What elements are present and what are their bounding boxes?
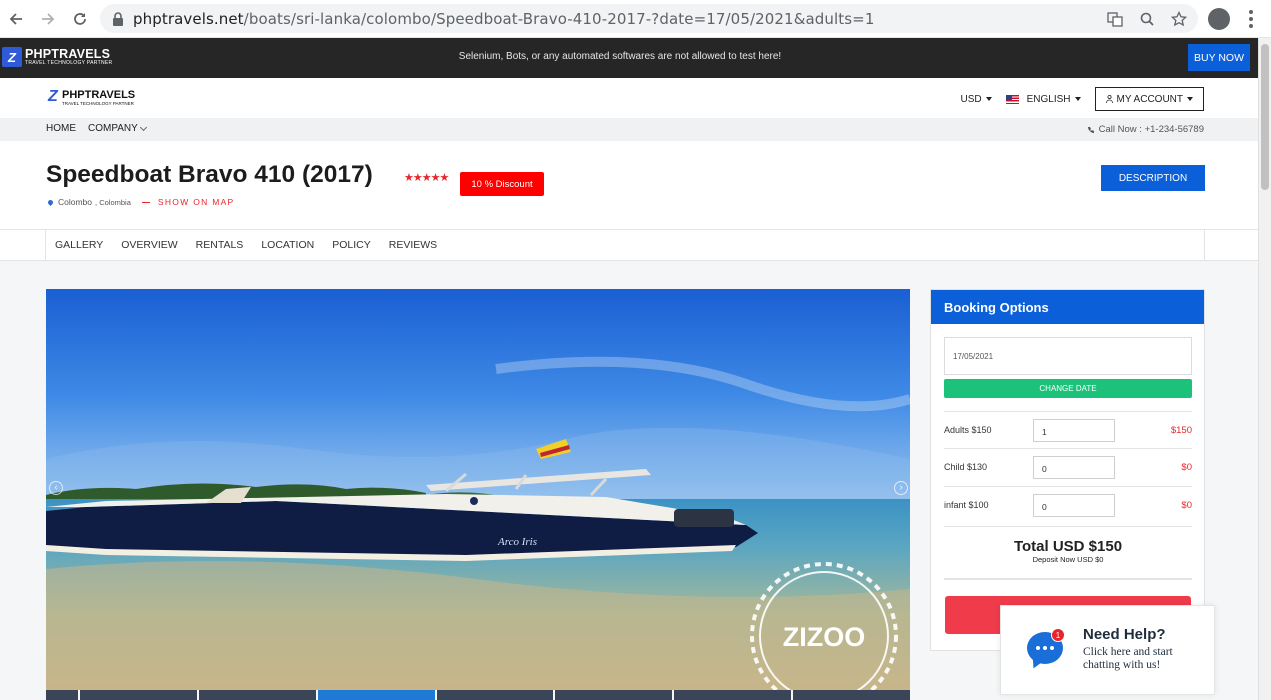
- adults-label: Adults $150: [944, 425, 992, 435]
- description-button[interactable]: DESCRIPTION: [1101, 165, 1205, 191]
- currency-label: USD: [960, 93, 982, 105]
- logo-mark-icon: Z: [48, 88, 58, 105]
- caret-down-icon: [1074, 97, 1081, 101]
- lock-icon: [113, 11, 123, 26]
- tab-overview[interactable]: OVERVIEW: [121, 239, 177, 251]
- header-logo[interactable]: Z PHPTRAVELS TRAVEL TECHNOLOGY PARTNER: [48, 88, 135, 106]
- child-row: Child $130 0 $0: [944, 448, 1192, 485]
- hull-name: Arco Iris: [497, 536, 537, 548]
- chat-title: Need Help?: [1083, 626, 1166, 643]
- zizoo-watermark: ZIZOO: [783, 622, 866, 652]
- translate-icon[interactable]: [1106, 10, 1124, 28]
- page-scrollbar[interactable]: [1258, 38, 1271, 700]
- adults-qty-input[interactable]: 1: [1033, 419, 1115, 442]
- total-price: Total USD $150: [1013, 538, 1123, 555]
- thumbnail[interactable]: [436, 690, 554, 700]
- thumbnail[interactable]: [198, 690, 316, 700]
- boat-photo: Arco Iris ZIZOO: [46, 289, 910, 690]
- nav-home[interactable]: HOME: [46, 123, 76, 134]
- infant-row: infant $100 0 $0: [944, 486, 1192, 523]
- tab-policy[interactable]: POLICY: [332, 239, 371, 251]
- photo-gallery[interactable]: Arco Iris ZIZOO ‹ ›: [46, 289, 910, 690]
- forward-icon[interactable]: [32, 3, 64, 35]
- call-now[interactable]: Call Now : +1-234-56789: [1087, 124, 1204, 135]
- url-text: phptravels.net/boats/sri-lanka/colombo/S…: [133, 10, 875, 28]
- child-qty-input[interactable]: 0: [1033, 456, 1115, 479]
- adults-price: $150: [1170, 425, 1192, 436]
- booking-panel: Booking Options 17/05/2021 CHANGE DATE A…: [930, 289, 1205, 651]
- map-pin-icon: [46, 198, 55, 206]
- reload-icon[interactable]: [64, 3, 96, 35]
- header-logo-subtitle: TRAVEL TECHNOLOGY PARTNER: [62, 100, 134, 106]
- child-label: Child $130: [944, 462, 988, 472]
- gallery-next-icon[interactable]: ›: [894, 481, 908, 495]
- header-logo-title: PHPTRAVELS: [62, 88, 136, 101]
- gallery-prev-icon[interactable]: ‹: [49, 481, 63, 495]
- tab-reviews[interactable]: REVIEWS: [389, 239, 437, 251]
- my-account-dropdown[interactable]: MY ACCOUNT: [1094, 87, 1204, 111]
- chat-subtitle: Click here and start chatting with us!: [1083, 646, 1173, 672]
- section-tabs: GALLERY OVERVIEW RENTALS LOCATION POLICY…: [0, 229, 1258, 261]
- browser-toolbar: phptravels.net/boats/sri-lanka/colombo/S…: [0, 0, 1271, 38]
- site-header: Z PHPTRAVELS TRAVEL TECHNOLOGY PARTNER U…: [0, 78, 1258, 118]
- user-icon: [1105, 95, 1113, 103]
- listing-title: Speedboat Bravo 410 (2017): [46, 161, 373, 188]
- caret-down-icon: [985, 97, 992, 101]
- infant-qty-input[interactable]: 0: [1033, 494, 1115, 517]
- currency-dropdown[interactable]: USD: [960, 93, 992, 105]
- browser-menu-icon[interactable]: [1244, 8, 1258, 30]
- thumbnail[interactable]: [555, 690, 673, 700]
- zoom-icon[interactable]: [1138, 10, 1156, 28]
- phone-icon: [1087, 126, 1094, 133]
- language-label: ENGLISH: [1026, 93, 1071, 105]
- child-price: $0: [1181, 462, 1192, 473]
- deposit-text: Deposit Now USD $0: [1032, 555, 1104, 564]
- chat-widget[interactable]: 1 Need Help? Click here and start chatti…: [1000, 605, 1215, 695]
- caret-down-icon: [1187, 97, 1193, 101]
- tab-gallery[interactable]: GALLERY: [55, 239, 103, 251]
- infant-price: $0: [1181, 500, 1192, 511]
- us-flag-icon: [1005, 94, 1019, 104]
- location-city: Colombo: [58, 197, 93, 207]
- call-now-text: Call Now : +1-234-56789: [1098, 124, 1204, 135]
- thumbnail[interactable]: [80, 690, 197, 700]
- promo-bar: Z PHPTRAVELS TRAVEL TECHNOLOGY PARTNER S…: [0, 38, 1258, 78]
- bot-notice: Selenium, Bots, or any automated softwar…: [458, 51, 782, 62]
- booking-title: Booking Options: [931, 290, 1204, 324]
- back-icon[interactable]: [0, 3, 32, 35]
- listing-header: Speedboat Bravo 410 (2017) ★★★★★ 10 % Di…: [0, 141, 1258, 229]
- buy-now-button[interactable]: BUY NOW: [1188, 44, 1250, 71]
- nav-company[interactable]: COMPANY: [88, 123, 147, 134]
- main-nav: HOME COMPANY Call Now : +1-234-56789: [0, 118, 1258, 141]
- gallery-thumbnails: [46, 690, 911, 700]
- address-bar[interactable]: phptravels.net/boats/sri-lanka/colombo/S…: [100, 4, 1198, 33]
- tab-location[interactable]: LOCATION: [261, 239, 314, 251]
- my-account-label: MY ACCOUNT: [1116, 93, 1184, 105]
- url-domain: phptravels.net: [133, 9, 244, 28]
- profile-icon[interactable]: [1208, 8, 1230, 30]
- chevron-down-icon: [139, 123, 147, 131]
- bookmark-star-icon[interactable]: [1170, 10, 1188, 28]
- change-date-button[interactable]: CHANGE DATE: [944, 379, 1192, 398]
- star-rating: ★★★★★: [404, 172, 449, 184]
- nav-company-label: COMPANY: [88, 123, 138, 134]
- language-dropdown[interactable]: ENGLISH: [1005, 93, 1081, 105]
- thumbnail[interactable]: [674, 690, 792, 700]
- booking-total: Total USD $150 Deposit Now USD $0: [944, 526, 1192, 580]
- thumbnail[interactable]: [46, 690, 78, 700]
- tab-rentals[interactable]: RENTALS: [196, 239, 244, 251]
- location-country: , Colombia: [95, 197, 131, 207]
- infant-label: infant $100: [944, 500, 989, 510]
- discount-badge: 10 % Discount: [460, 172, 544, 196]
- url-path: /boats/sri-lanka/colombo/Speedboat-Bravo…: [243, 9, 875, 28]
- divider: [141, 201, 150, 203]
- date-input[interactable]: 17/05/2021: [944, 337, 1192, 375]
- notification-badge: 1: [1051, 628, 1065, 642]
- thumbnail[interactable]: [317, 690, 435, 700]
- location-line: Colombo , Colombia SHOW ON MAP: [46, 197, 235, 207]
- adults-row: Adults $150 1 $150: [944, 411, 1192, 448]
- show-on-map-link[interactable]: SHOW ON MAP: [158, 197, 235, 207]
- scrollbar-thumb[interactable]: [1261, 44, 1269, 190]
- thumbnail[interactable]: [793, 690, 911, 700]
